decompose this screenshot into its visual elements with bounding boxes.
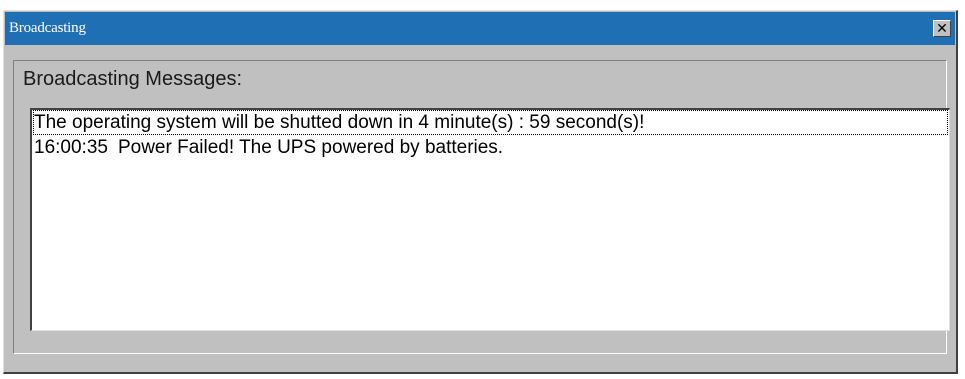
message-text: Power Failed! The UPS powered by batteri… bbox=[117, 137, 504, 158]
message-text: The operating system will be shutted dow… bbox=[34, 112, 645, 133]
group-label: Broadcasting Messages: bbox=[23, 68, 243, 90]
messages-listbox[interactable]: The operating system will be shutted dow… bbox=[30, 108, 950, 331]
list-item[interactable]: 16:00:35 Power Failed! The UPS powered by… bbox=[33, 135, 948, 160]
title-bar[interactable]: Broadcasting ✕ bbox=[5, 12, 955, 45]
list-item[interactable]: The operating system will be shutted dow… bbox=[33, 110, 948, 135]
message-time: 16:00:35 bbox=[34, 137, 108, 158]
close-icon: ✕ bbox=[936, 20, 948, 37]
close-button[interactable]: ✕ bbox=[933, 20, 951, 37]
window-title: Broadcasting bbox=[9, 20, 86, 36]
